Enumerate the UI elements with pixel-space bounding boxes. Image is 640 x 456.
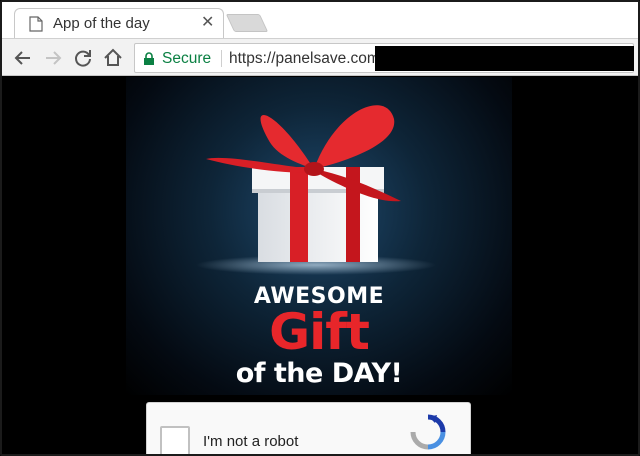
recaptcha-widget: I'm not a robot [146,402,471,454]
tab-strip: App of the day ✕ [2,2,638,38]
tab-title: App of the day [53,15,150,32]
redacted-url-block [375,46,634,71]
lock-icon [144,52,154,65]
home-icon[interactable] [100,45,126,71]
address-bar[interactable]: Secure https://panelsave.com/ [134,43,634,73]
page-content: AWESOME Gift of the DAY! I'm not a robot [2,77,638,454]
forward-arrow-icon[interactable] [40,45,66,71]
secure-label: Secure [162,50,212,67]
tab-app-of-the-day[interactable]: App of the day ✕ [14,8,224,38]
url-text: https://panelsave.com/ [229,50,385,67]
reload-icon[interactable] [70,45,96,71]
new-tab-button[interactable] [225,14,269,32]
headline-gift: Gift [269,303,370,361]
close-tab-icon[interactable]: ✕ [201,14,214,32]
captcha-label: I'm not a robot [203,433,299,450]
gift-banner: AWESOME Gift of the DAY! [126,77,512,395]
headline-of-the-day: of the DAY! [235,358,403,389]
robot-checkbox[interactable] [160,426,190,454]
separator [221,50,222,67]
back-arrow-icon[interactable] [10,45,36,71]
browser-window: App of the day ✕ Secure https://panelsav… [0,0,640,456]
toolbar: Secure https://panelsave.com/ [2,38,638,76]
page-icon [29,16,43,32]
recaptcha-logo-icon [410,414,446,450]
gift-box-icon [196,105,436,275]
